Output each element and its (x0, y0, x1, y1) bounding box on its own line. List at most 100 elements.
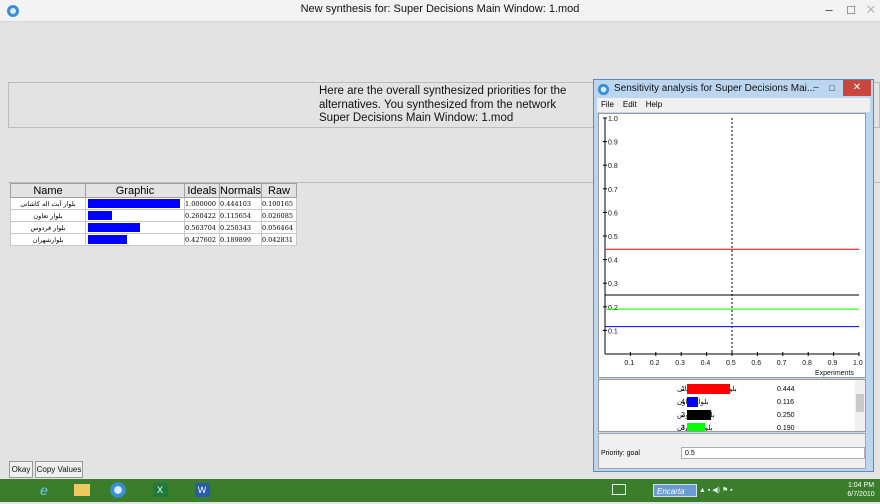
tray-icons[interactable]: ▲ ▪ ◀) ⚑ ▪ (699, 486, 819, 496)
sensitivity-window[interactable]: Sensitivity analysis for Super Decisions… (593, 79, 874, 472)
x-tick-label: 0.2 (650, 360, 660, 367)
x-tick-label: 0.8 (802, 360, 812, 367)
x-tick-label: 0.7 (777, 360, 787, 367)
taskbar-clock: 1:04 PM 6/7/2010 (842, 481, 880, 499)
synthesis-message: Here are the overall synthesized priorit… (319, 85, 599, 126)
priority-bar (88, 235, 127, 244)
title-bar: New synthesis for: Super Decisions Main … (0, 0, 880, 22)
clock-time: 1:04 PM (847, 482, 875, 489)
list-item-rank: 4 (681, 399, 685, 406)
y-tick-label: 0.8 (608, 163, 618, 170)
maximize-button[interactable]: □ (840, 1, 862, 19)
ideal-value: 0.260422 (184, 209, 220, 222)
scrollbar-thumb[interactable] (856, 394, 864, 412)
sensitivity-plot[interactable]: 0.1 0.2 0.3 0.4 0.5 0.6 0.7 0.8 0.9 1.0 0.1 0.2 0.3 0… (598, 113, 866, 378)
y-tick-label: 0.7 (608, 187, 618, 194)
y-tick-label: 0.3 (608, 281, 618, 288)
copy-values-button[interactable]: Copy Values (35, 461, 83, 478)
internet-explorer-icon[interactable]: e (34, 481, 54, 500)
column-header-normals: Normals (219, 183, 262, 198)
priority-bar-cell (85, 197, 185, 210)
x-tick-label: 0.9 (828, 360, 838, 367)
y-tick-label: 0.5 (608, 234, 618, 241)
priority-bar (88, 211, 112, 220)
y-tick-label: 1.0 (608, 116, 618, 123)
y-tick-label: 0.6 (608, 210, 618, 217)
column-header-name: Name (10, 183, 86, 198)
keyboard-icon[interactable] (612, 484, 626, 495)
menu-help[interactable]: Help (646, 100, 662, 109)
table-row: بلوارشهران 0.427602 0.189899 0.042831 (10, 233, 297, 246)
menu-edit[interactable]: Edit (623, 100, 637, 109)
status-value-field[interactable]: 0.5 (681, 447, 865, 459)
y-tick-label: 0.1 (608, 328, 618, 335)
ideal-value: 1.000000 (184, 197, 220, 210)
encarta-toolbar[interactable]: Encarta (653, 484, 697, 497)
priority-bar (88, 199, 180, 208)
priority-bar-cell (85, 233, 185, 246)
minimize-button[interactable]: – (818, 1, 840, 19)
normal-value: 0.115654 (219, 209, 262, 222)
list-item-rank: 1 (681, 386, 685, 393)
super-decisions-icon[interactable] (108, 481, 128, 500)
ideal-value: 0.427602 (184, 233, 220, 246)
taskbar: e X W ▲ ▪ ◀) ⚑ ▪ (0, 479, 880, 502)
list-item-rank: 2 (681, 412, 685, 419)
x-tick-label: 0.1 (624, 360, 634, 367)
table-row: بلوار تعاون 0.260422 0.115654 0.026085 (10, 209, 297, 222)
message-line: Here are the overall synthesized priorit… (319, 85, 567, 97)
y-tick-label: 0.9 (608, 140, 618, 147)
x-tick-label: 0.4 (701, 360, 711, 367)
y-tick-label: 0.2 (608, 305, 618, 312)
normal-value: 0.250343 (219, 221, 262, 234)
alternative-name: بلوار فردوس (10, 221, 86, 234)
message-line: alternatives. You synthesized from the n… (319, 98, 557, 111)
raw-value: 0.100165 (260, 197, 297, 210)
okay-button[interactable]: Okay (9, 461, 33, 478)
alternatives-list: بلوار آیت اله کاشانی10.444بلوار تعاون40.… (598, 379, 866, 433)
file-explorer-icon[interactable] (72, 481, 92, 500)
priority-bar-cell (85, 221, 185, 234)
excel-icon[interactable]: X (150, 481, 170, 500)
normal-value: 0.444103 (219, 197, 262, 210)
close-button[interactable]: ✕ (843, 80, 871, 96)
column-header-raw: Raw (260, 183, 297, 198)
priority-bar-cell (85, 209, 185, 222)
menu-bar: File Edit Help (597, 98, 870, 112)
priority-bar (88, 223, 140, 232)
close-button[interactable]: ✕ (860, 1, 880, 19)
list-item-bar (687, 397, 698, 407)
x-tick-label: 0.5 (726, 360, 736, 367)
x-tick-label: 1.0 (853, 360, 863, 367)
x-axis-label: Experiments (815, 370, 854, 377)
clock-date: 6/7/2010 (847, 491, 875, 498)
list-scrollbar[interactable] (855, 380, 865, 431)
menu-file[interactable]: File (601, 100, 614, 109)
raw-value: 0.026085 (260, 209, 297, 222)
x-tick-label: 0.3 (675, 360, 685, 367)
alternative-name: بلوار تعاون (10, 209, 86, 222)
list-item-value: 0.116 (777, 399, 794, 406)
window-title: New synthesis for: Super Decisions Main … (300, 3, 580, 15)
word-icon[interactable]: W (192, 481, 212, 500)
table-row: بلوار فردوس 0.563704 0.250343 0.056464 (10, 221, 297, 234)
plot-canvas[interactable]: 0.1 0.2 0.3 0.4 0.5 0.6 0.7 0.8 0.9 1.0 0.1 0.2 0.3 0… (599, 114, 865, 377)
alternative-name: بلوارشهران (10, 233, 86, 246)
raw-value: 0.056464 (260, 221, 297, 234)
raw-value: 0.042831 (260, 233, 297, 246)
list-item-value: 0.250 (777, 412, 795, 419)
list-item-rank: 3 (681, 425, 685, 431)
alternative-name: بلوار آیت اله کاشانی (10, 197, 86, 210)
results-table: Name Graphic Ideals Normals Raw بلوار آی… (10, 183, 297, 246)
message-line: Super Decisions Main Window: 1.mod (319, 112, 514, 124)
column-header-ideals: Ideals (184, 183, 220, 198)
ideal-value: 0.563704 (184, 221, 220, 234)
status-label: Priority: goal (601, 450, 640, 457)
status-panel: Priority: goal 0.5 (598, 433, 866, 469)
list-item-bar (687, 423, 705, 433)
maximize-button[interactable]: □ (825, 80, 839, 96)
table-row: بلوار آیت اله کاشانی 1.000000 0.444103 0… (10, 197, 297, 210)
list-item-bar (687, 410, 711, 420)
list-item-bar (687, 384, 730, 394)
minimize-button[interactable]: – (809, 80, 823, 96)
